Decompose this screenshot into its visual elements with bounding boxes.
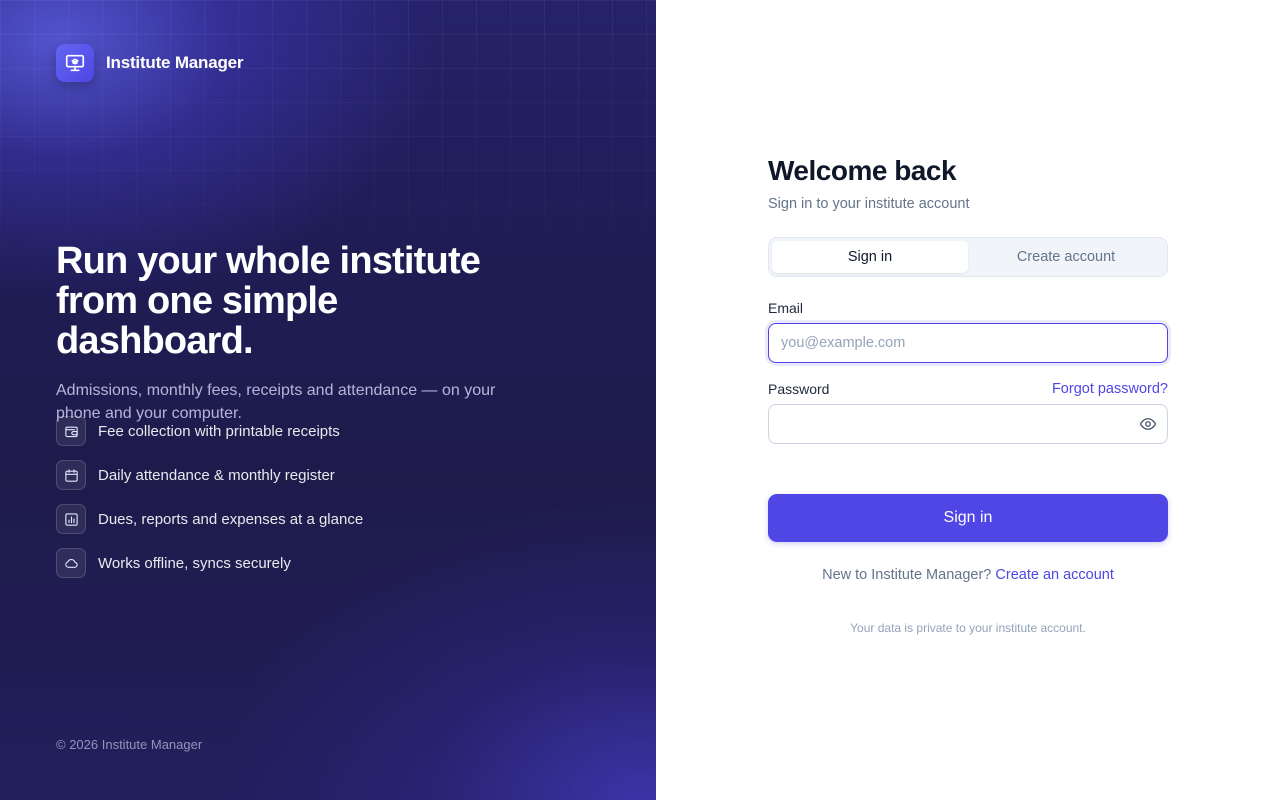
sign-in-button[interactable]: Sign in bbox=[768, 494, 1168, 542]
create-account-link[interactable]: Create an account bbox=[995, 567, 1114, 583]
feature-label: Fee collection with printable receipts bbox=[98, 422, 340, 440]
email-field[interactable] bbox=[768, 323, 1168, 363]
feature-item: Works offline, syncs securely bbox=[56, 548, 363, 578]
tab-sign-in[interactable]: Sign in bbox=[772, 241, 968, 273]
auth-panel: Welcome back Sign in to your institute a… bbox=[656, 0, 1280, 800]
eye-icon[interactable] bbox=[1138, 415, 1158, 433]
feature-label: Works offline, syncs securely bbox=[98, 554, 291, 572]
signup-prompt-text: New to Institute Manager? bbox=[822, 567, 992, 583]
marketing-panel: Institute Manager Run your whole institu… bbox=[0, 0, 656, 800]
sign-in-form: Welcome back Sign in to your institute a… bbox=[768, 154, 1168, 635]
password-field[interactable] bbox=[768, 404, 1168, 444]
brand-name: Institute Manager bbox=[106, 53, 244, 72]
copyright: © 2026 Institute Manager bbox=[56, 737, 203, 752]
password-field-wrapper bbox=[768, 404, 1168, 444]
signup-prompt: New to Institute Manager? Create an acco… bbox=[768, 567, 1168, 583]
feature-list: Fee collection with printable receipts D… bbox=[56, 416, 363, 592]
feature-label: Daily attendance & monthly register bbox=[98, 466, 335, 484]
privacy-note: Your data is private to your institute a… bbox=[850, 621, 1086, 635]
calendar-icon bbox=[56, 460, 86, 490]
feature-label: Dues, reports and expenses at a glance bbox=[98, 510, 364, 528]
brand: Institute Manager bbox=[56, 44, 244, 82]
hero-title: Run your whole institute from one simple… bbox=[56, 241, 536, 361]
feature-item: Daily attendance & monthly register bbox=[56, 460, 363, 490]
hero: Run your whole institute from one simple… bbox=[56, 241, 536, 425]
hero-title-line-2: from one simple dashboard. bbox=[56, 280, 338, 362]
wallet-icon bbox=[56, 416, 86, 446]
forgot-password-link[interactable]: Forgot password? bbox=[1052, 381, 1168, 397]
tab-create-account[interactable]: Create account bbox=[968, 241, 1164, 273]
feature-item: Dues, reports and expenses at a glance bbox=[56, 504, 363, 534]
auth-tabs: Sign in Create account bbox=[768, 237, 1168, 277]
cloud-icon bbox=[56, 548, 86, 578]
password-label-row: Password Forgot password? bbox=[768, 381, 1168, 397]
form-subtitle: Sign in to your institute account bbox=[768, 196, 970, 212]
bar-chart-icon bbox=[56, 504, 86, 534]
email-label: Email bbox=[768, 300, 804, 316]
feature-item: Fee collection with printable receipts bbox=[56, 416, 363, 446]
hero-title-line-1: Run your whole institute bbox=[56, 240, 481, 282]
password-label: Password bbox=[768, 381, 830, 397]
presentation-board-icon bbox=[56, 44, 94, 82]
form-title: Welcome back bbox=[768, 155, 957, 186]
